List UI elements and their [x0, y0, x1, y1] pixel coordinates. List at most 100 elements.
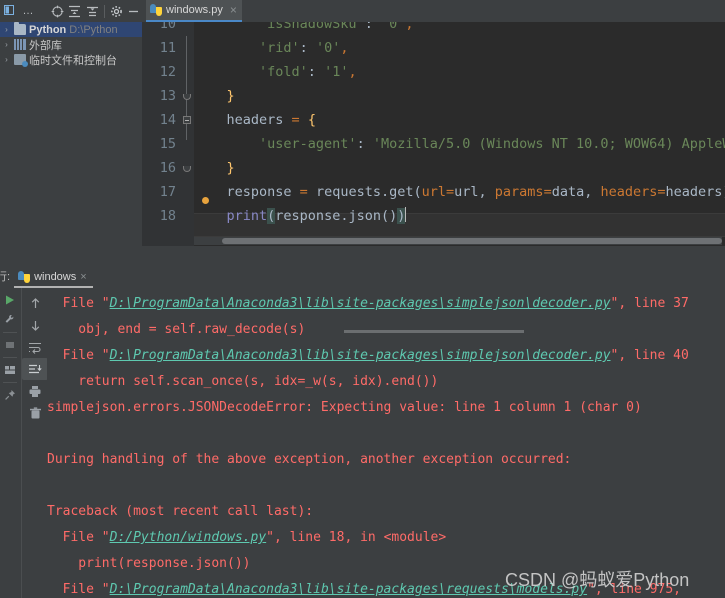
sidebar-item-path: D:\Python — [69, 23, 118, 36]
fold-guide-line — [186, 36, 187, 140]
toolbar-divider — [3, 357, 17, 358]
editor-tab-strip: windows.py × — [142, 0, 725, 22]
line-number: 13 — [159, 88, 176, 104]
close-icon[interactable]: × — [80, 271, 86, 283]
scroll-up-icon[interactable] — [22, 292, 48, 314]
code-line-16: } — [194, 160, 235, 176]
sidebar-item-python[interactable]: › Python D:\Python — [0, 22, 142, 37]
layout-icon[interactable] — [0, 360, 20, 380]
console-line: File "D:\ProgramData\Anaconda3\lib\site-… — [47, 291, 689, 317]
console-line: During handling of the above exception, … — [47, 447, 571, 473]
error-text: File " — [47, 348, 110, 363]
project-toolbar: … — [0, 0, 142, 22]
toolbar-divider — [103, 4, 105, 18]
top-toolbar: … windows.py × — [0, 0, 725, 22]
file-path-link[interactable]: D:\ProgramData\Anaconda3\lib\site-packag… — [110, 348, 611, 363]
scrollbar-thumb[interactable] — [222, 238, 722, 244]
line-number: 17 — [159, 184, 176, 200]
error-text: File " — [47, 582, 110, 597]
hide-icon[interactable] — [125, 2, 142, 21]
chevron-right-icon[interactable]: › — [2, 40, 11, 49]
collapse-all-icon[interactable] — [84, 2, 101, 21]
error-text: print(response.json()) — [47, 556, 251, 571]
console-tab-label: windows — [34, 271, 77, 283]
print-icon[interactable] — [22, 380, 48, 402]
console-header: 行: windows × — [0, 266, 725, 288]
line-number: 16 — [159, 160, 176, 176]
fold-end-icon[interactable] — [183, 94, 191, 100]
error-text: obj, end = self.raw_decode(s) — [47, 322, 306, 337]
console-line: Traceback (most recent call last): — [47, 499, 313, 525]
fold-collapse-icon[interactable] — [183, 116, 191, 124]
fold-end-icon[interactable] — [183, 166, 191, 172]
chevron-right-icon[interactable]: › — [2, 25, 11, 34]
console-side-toolbar — [0, 288, 20, 598]
error-text: File " — [47, 296, 110, 311]
console-line: print(response.json()) — [47, 551, 251, 577]
run-icon[interactable] — [0, 290, 20, 310]
console-line: simplejson.errors.JSONDecodeError: Expec… — [47, 395, 642, 421]
code-line-15: 'user-agent': 'Mozilla/5.0 (Windows NT 1… — [194, 136, 725, 152]
line-number: 15 — [159, 136, 176, 152]
toolbar-divider — [3, 382, 17, 383]
trash-icon[interactable] — [22, 402, 48, 424]
stop-icon[interactable] — [0, 335, 20, 355]
sidebar-item-scratches[interactable]: › 临时文件和控制台 — [0, 52, 142, 67]
settings-icon[interactable] — [108, 2, 125, 21]
console-line: return self.scan_once(s, idx=_w(s, idx).… — [47, 369, 438, 395]
tab-windows-py[interactable]: windows.py × — [146, 0, 242, 22]
watermark: CSDN @蚂蚁爱Python — [505, 570, 690, 590]
code-line-10: 'isShadowSku': '0', — [194, 22, 414, 32]
console-run-toolbar — [21, 288, 48, 598]
console-line: obj, end = self.raw_decode(s) — [47, 317, 305, 343]
pycharm-window: … windows.py × › Python D:\Python › 外部库 … — [0, 0, 725, 598]
expand-all-icon[interactable] — [66, 2, 83, 21]
error-text: ", line 37 — [610, 296, 689, 311]
project-sidebar[interactable]: › Python D:\Python › 外部库 › 临时文件和控制台 — [0, 22, 142, 268]
line-number: 11 — [159, 40, 176, 56]
line-number: 14 — [159, 112, 176, 128]
error-text: File " — [47, 530, 110, 545]
chevron-right-icon[interactable]: › — [2, 55, 11, 64]
toolbar-divider — [3, 332, 17, 333]
error-text: During handling of the above exception, … — [47, 452, 572, 467]
code-folding-column[interactable] — [180, 22, 194, 246]
error-text: simplejson.errors.JSONDecodeError: Expec… — [47, 400, 642, 415]
line-number: 10 — [159, 22, 176, 32]
python-file-icon — [150, 4, 162, 16]
code-line-12: 'fold': '1', — [194, 64, 357, 80]
code-text-area[interactable]: 'isShadowSku': '0', 'rid': '0', 'fold': … — [194, 22, 725, 246]
run-console-panel: 行: windows × File "D:\ProgramData\Anacon… — [0, 246, 725, 598]
scroll-down-icon[interactable] — [22, 314, 48, 336]
file-path-link[interactable]: D:\ProgramData\Anaconda3\lib\site-packag… — [110, 296, 611, 311]
project-window-icon[interactable] — [2, 2, 19, 21]
sidebar-item-label: Python — [29, 23, 67, 36]
run-panel-label: 行: — [0, 271, 11, 283]
more-icon[interactable]: … — [20, 2, 37, 21]
code-editor[interactable]: 10 11 12 13 14 15 16 17 18 'isShadowSku'… — [142, 22, 725, 246]
target-icon[interactable] — [49, 2, 66, 21]
scroll-to-end-icon[interactable] — [22, 358, 48, 380]
sidebar-item-external-libraries[interactable]: › 外部库 — [0, 37, 142, 52]
debug-icon[interactable] — [0, 310, 20, 330]
close-icon[interactable]: × — [230, 3, 237, 17]
sidebar-item-label: 外部库 — [29, 39, 62, 52]
editor-horizontal-scrollbar[interactable] — [194, 237, 722, 245]
code-line-18: print(response.json()) — [194, 207, 407, 224]
error-text: ", line 40 — [610, 348, 689, 363]
file-path-link[interactable]: D:/Python/windows.py — [110, 530, 267, 545]
line-number: 12 — [159, 64, 176, 80]
error-text: ", line 18, in <module> — [266, 530, 447, 545]
scratches-icon — [14, 54, 28, 67]
pin-icon[interactable] — [0, 385, 20, 405]
console-output[interactable]: File "D:\ProgramData\Anaconda3\lib\site-… — [47, 288, 725, 598]
console-tab-windows[interactable]: windows × — [14, 268, 93, 288]
code-line-17: response = requests.get(url=url, params=… — [194, 184, 725, 200]
soft-wrap-icon[interactable] — [22, 336, 48, 358]
scrollbar-thumb[interactable] — [344, 330, 524, 333]
error-text: return self.scan_once(s, idx=_w(s, idx).… — [47, 374, 439, 389]
code-line-11: 'rid': '0', — [194, 40, 349, 56]
console-line: File "D:/Python/windows.py", line 18, in… — [47, 525, 447, 551]
line-number: 18 — [159, 208, 176, 224]
editor-gutter[interactable]: 10 11 12 13 14 15 16 17 18 — [142, 22, 180, 246]
